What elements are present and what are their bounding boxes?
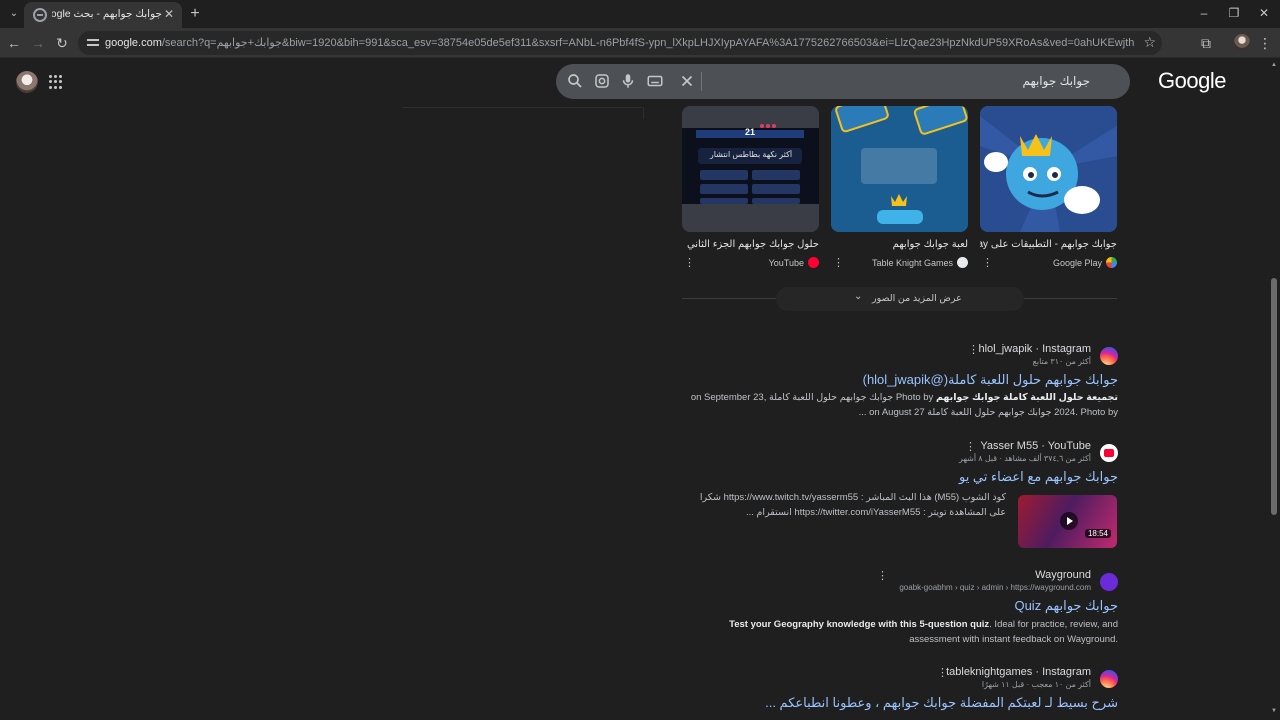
image-thumbnail[interactable]: 21 أكثر نكهة بطاطس انتشار	[682, 106, 819, 232]
more-images-button[interactable]: ⌄ عرض المزيد من الصور	[776, 287, 1024, 311]
video-duration: 18:54	[1084, 529, 1111, 538]
scroll-down-icon[interactable]: ▼	[1271, 708, 1277, 714]
more-options-icon[interactable]: ⋮	[982, 256, 993, 269]
extensions-icon[interactable]: ⧉	[1197, 33, 1215, 53]
result-meta: أكثر من ٣٧٤,٦ ألف مشاهد · قبل ٨ أشهر	[959, 454, 1091, 463]
more-options-icon[interactable]: ⋮	[965, 440, 976, 453]
url-text[interactable]: google.com/search?q=جوابك+جوابهم&biw=192…	[105, 36, 1135, 49]
restore-button[interactable]: ❐	[1222, 4, 1246, 22]
result-snippet: Test your Geography knowledge with this …	[729, 619, 1118, 645]
site-icon	[957, 257, 968, 268]
result-site[interactable]: Yasser M55 · YouTube	[980, 440, 1091, 452]
instagram-icon[interactable]	[1100, 670, 1118, 688]
image-source[interactable]: Google Play	[1053, 257, 1117, 268]
result-meta: أكثر من ٣١٠ متابع	[1032, 357, 1091, 366]
image-caption[interactable]: حلول جوابك جوابهم الجزء الثاني	[682, 239, 819, 250]
site-info-icon[interactable]	[86, 36, 100, 50]
image-caption[interactable]: جوابك جوابهم - التطبيقات على Google Play	[980, 239, 1117, 250]
more-options-icon[interactable]: ⋮	[833, 256, 844, 269]
result-title[interactable]: جوابك جوابهم Quiz	[1014, 598, 1118, 614]
result-title[interactable]: شرح بسيط لـ لعبتكم المفضلة جوابك جوابهم …	[765, 695, 1118, 711]
image-caption[interactable]: لعبة جوابك جوابهم	[831, 239, 968, 250]
chevron-down-icon: ⌄	[854, 291, 863, 302]
forward-button[interactable]: →	[28, 33, 48, 53]
google-play-icon	[1106, 257, 1117, 268]
thumbnail-text: أكثر نكهة بطاطس انتشار	[709, 150, 793, 159]
image-result[interactable]: 21 أكثر نكهة بطاطس انتشار حلول جوابك جوا…	[682, 106, 819, 269]
bookmark-star-icon[interactable]: ☆	[1143, 34, 1156, 51]
search-box[interactable]: جوابك جوابهم	[556, 64, 1130, 99]
result-site[interactable]: tableknightgames · Instagram	[946, 666, 1091, 678]
youtube-icon[interactable]	[1100, 444, 1118, 462]
image-result[interactable]: جوابك جوابهم - التطبيقات على Google Play…	[980, 106, 1117, 269]
image-source[interactable]: YouTube	[769, 257, 819, 268]
reload-button[interactable]: ↻	[52, 33, 72, 53]
search-result: hlol_jwapik · Instagram أكثر من ٣١٠ متاب…	[682, 343, 1118, 423]
tab-search-chevron-icon[interactable]: ⌄	[6, 6, 22, 22]
result-title[interactable]: جوابك جوابهم حلول اللعبة كاملة(@hlol_jwa…	[863, 372, 1118, 388]
search-result: Yasser M55 · YouTube أكثر من ٣٧٤,٦ ألف م…	[682, 440, 1118, 550]
more-options-icon[interactable]: ⋮	[968, 343, 979, 356]
result-title[interactable]: جوابك جوابهم مع اعضاء تي يو	[959, 469, 1118, 485]
browser-menu-icon[interactable]: ⋮	[1258, 33, 1272, 53]
scroll-up-icon[interactable]: ▲	[1271, 62, 1277, 68]
instagram-icon[interactable]	[1100, 347, 1118, 365]
keyboard-icon[interactable]	[646, 72, 664, 90]
minimize-button[interactable]: –	[1192, 4, 1216, 22]
thumbnail-number: 21	[745, 127, 756, 137]
divider	[1024, 298, 1117, 299]
browser-toolbar: ← → ↻ google.com/search?q=جوابك+جوابهم&b…	[0, 28, 1280, 58]
close-window-button[interactable]: ✕	[1252, 4, 1276, 22]
lens-icon[interactable]	[593, 72, 611, 90]
divider	[682, 298, 776, 299]
search-result: tableknightgames · Instagram أكثر من ١٠ …	[682, 666, 1118, 720]
address-bar[interactable]: google.com/search?q=جوابك+جوابهم&biw=192…	[78, 31, 1162, 55]
divider	[402, 107, 642, 108]
tab-strip: ⌄ جوابك جوابهم - بحث Google ✕ + – ❐ ✕	[0, 0, 1280, 28]
scrollbar[interactable]: ▲ ▼	[1268, 58, 1280, 720]
video-thumbnail[interactable]: 18:54	[1018, 495, 1117, 548]
result-meta: أكثر من ١٠ معجب · قبل ١١ شهرًا	[981, 680, 1091, 689]
google-logo[interactable]: Google	[1158, 68, 1226, 94]
scrollbar-thumb[interactable]	[1271, 278, 1277, 515]
active-tab[interactable]: جوابك جوابهم - بحث Google ✕	[24, 2, 182, 28]
youtube-icon	[808, 257, 819, 268]
search-result: Wayground goabk-goabhm › quiz › admin › …	[682, 569, 1118, 649]
divider	[643, 107, 644, 119]
result-site[interactable]: Wayground	[1035, 569, 1091, 581]
close-tab-icon[interactable]: ✕	[162, 7, 176, 21]
google-account-avatar[interactable]	[16, 71, 38, 93]
result-meta: goabk-goabhm › quiz › admin › https://wa…	[899, 583, 1091, 592]
searchbox-divider	[701, 72, 702, 91]
more-options-icon[interactable]: ⋮	[684, 256, 695, 269]
profile-avatar[interactable]	[1234, 34, 1250, 50]
back-button[interactable]: ←	[4, 33, 24, 53]
result-snippet: تجميعة حلول اللعبة كاملة جوابك جوابهم Ph…	[690, 392, 1118, 418]
play-icon[interactable]	[1060, 512, 1078, 530]
clear-search-icon[interactable]	[678, 72, 696, 90]
result-site[interactable]: hlol_jwapik · Instagram	[979, 343, 1092, 355]
image-thumbnail[interactable]	[831, 106, 968, 232]
new-tab-button[interactable]: +	[186, 5, 204, 23]
more-images-label: عرض المزيد من الصور	[872, 293, 962, 304]
result-snippet: كود الشوب (M55) هذا البث المباشر : https…	[699, 492, 1006, 518]
search-icon[interactable]	[566, 72, 584, 90]
image-result[interactable]: لعبة جوابك جوابهم Table Knight Games ⋮	[831, 106, 968, 269]
globe-icon	[33, 8, 47, 22]
wayground-icon[interactable]	[1100, 573, 1118, 591]
tab-title: جوابك جوابهم - بحث Google	[52, 8, 162, 20]
image-source[interactable]: Table Knight Games	[872, 257, 968, 268]
microphone-icon[interactable]	[619, 72, 637, 90]
search-query[interactable]: جوابك جوابهم	[1022, 74, 1090, 88]
image-thumbnail[interactable]	[980, 106, 1117, 232]
more-options-icon[interactable]: ⋮	[877, 569, 888, 582]
google-apps-icon[interactable]	[49, 75, 63, 89]
more-options-icon[interactable]: ⋮	[937, 666, 948, 679]
